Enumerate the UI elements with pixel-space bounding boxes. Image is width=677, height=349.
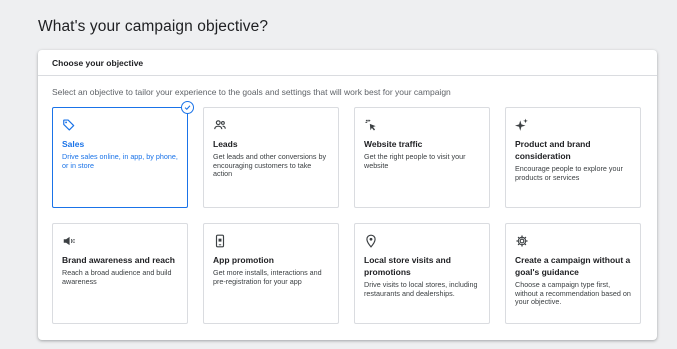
- objective-description: Drive sales online, in app, by phone, or…: [62, 152, 178, 170]
- objective-title: Local store visits and promotions: [364, 255, 451, 277]
- objective-description: Choose a campaign type first, without a …: [515, 280, 631, 307]
- objective-title: Create a campaign without a goal's guida…: [515, 255, 631, 277]
- objective-card-app-promotion[interactable]: App promotion Get more installs, interac…: [203, 223, 339, 324]
- objective-card-sales[interactable]: Sales Drive sales online, in app, by pho…: [52, 101, 194, 208]
- objective-title: App promotion: [213, 255, 274, 265]
- tag-icon: [62, 118, 76, 132]
- objective-title: Product and brand consideration: [515, 139, 591, 161]
- objective-card-product-brand-consideration[interactable]: Product and brand consideration Encourag…: [505, 107, 641, 208]
- people-icon: [213, 118, 227, 132]
- objective-description: Get more installs, interactions and pre-…: [213, 268, 322, 286]
- objective-card-no-goal-guidance[interactable]: Create a campaign without a goal's guida…: [505, 223, 641, 324]
- check-icon: [181, 101, 194, 114]
- objective-description: Get leads and other conversions by encou…: [213, 152, 327, 179]
- objective-title: Brand awareness and reach: [62, 255, 175, 265]
- speaker-icon: [62, 234, 76, 248]
- objective-card-website-traffic[interactable]: Website traffic Get the right people to …: [354, 107, 490, 208]
- objective-title: Sales: [62, 139, 85, 149]
- location-pin-icon: [364, 234, 378, 248]
- objective-title: Website traffic: [364, 139, 423, 149]
- objective-card-brand-awareness[interactable]: Brand awareness and reach Reach a broad …: [52, 223, 188, 324]
- objective-card-leads[interactable]: Leads Get leads and other conversions by…: [203, 107, 339, 208]
- objective-panel: Choose your objective Select an objectiv…: [38, 50, 657, 340]
- objective-description: Reach a broad audience and build awarene…: [62, 268, 172, 286]
- page-title: What's your campaign objective?: [38, 18, 269, 35]
- sparkle-icon: [515, 118, 529, 132]
- objective-description: Drive visits to local stores, including …: [364, 280, 478, 298]
- objective-description: Encourage people to explore your product…: [515, 164, 623, 182]
- objective-title: Leads: [213, 139, 238, 149]
- panel-header: Choose your objective: [38, 50, 657, 76]
- gear-icon: [515, 234, 529, 248]
- cursor-click-icon: [364, 118, 378, 132]
- phone-icon: [213, 234, 227, 248]
- objective-card-local-store-visits[interactable]: Local store visits and promotions Drive …: [354, 223, 490, 324]
- panel-description: Select an objective to tailor your exper…: [52, 87, 451, 97]
- objective-description: Get the right people to visit your websi…: [364, 152, 466, 170]
